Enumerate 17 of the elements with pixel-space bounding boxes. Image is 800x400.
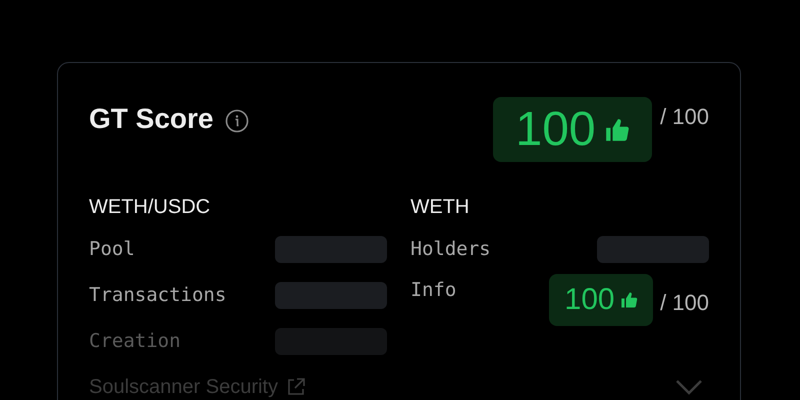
security-link[interactable]: Soulscanner Security [89,372,278,400]
row-label: Holders [410,236,491,262]
section-heading: WETH [410,195,470,220]
row-label: Transactions [89,282,226,308]
external-link-icon [286,377,306,397]
thumbs-up-icon [604,116,630,142]
score-badge: 100 [549,274,654,326]
row-label: Info [410,278,456,303]
info-icon[interactable] [225,109,250,133]
row-label: Pool [89,236,135,262]
score-max: / 100 [660,103,709,131]
row-label: Creation [89,328,181,354]
section-heading: WETH/USDC [89,195,212,220]
card-title: GT Score [89,102,214,136]
score-max: / 100 [660,289,709,317]
score-badge: 100 [493,97,652,162]
thumbs-up-icon [620,291,638,309]
